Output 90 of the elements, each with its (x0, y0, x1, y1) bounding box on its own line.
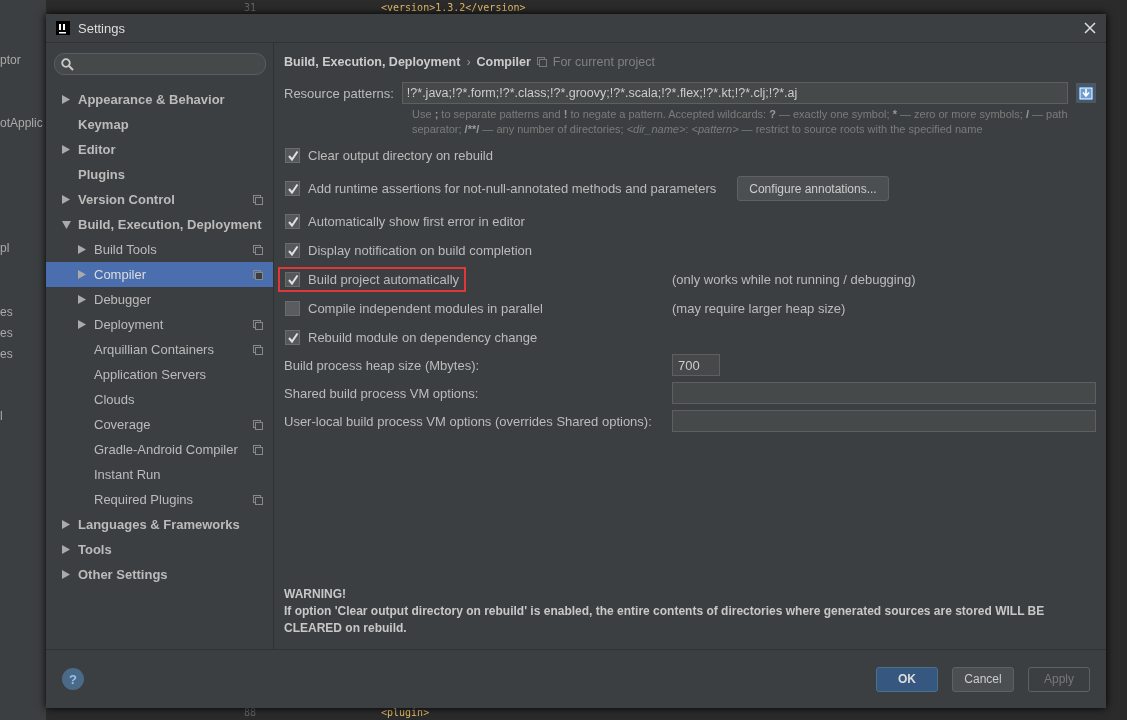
copy-icon (253, 244, 263, 255)
checkbox-label[interactable]: Automatically show first error in editor (308, 214, 525, 229)
project-tree-item: l (0, 408, 4, 425)
project-tree-item: ptor (0, 52, 22, 69)
expand-field-icon[interactable] (1076, 83, 1096, 103)
option-note: (may require larger heap size) (672, 301, 847, 316)
project-tree-item: es (0, 346, 14, 363)
checkbox[interactable] (285, 181, 300, 196)
expand-arrow-icon[interactable] (78, 245, 86, 254)
help-button[interactable]: ? (62, 668, 84, 690)
tree-item[interactable]: Build Tools (46, 237, 273, 262)
tree-item[interactable]: Clouds (46, 387, 273, 412)
field-label: User-local build process VM options (overrides Shared options): (284, 413, 653, 429)
code-line: <version>1.3.2</version> (381, 2, 526, 13)
copy-icon (253, 269, 263, 280)
configure-button[interactable]: Configure annotations... (737, 176, 889, 201)
expand-arrow-icon[interactable] (62, 545, 70, 554)
tree-item[interactable]: Gradle-Android Compiler (46, 437, 273, 462)
field-label: Resource patterns: (284, 85, 394, 101)
copy-icon (253, 444, 263, 455)
copy-icon (253, 344, 263, 355)
expand-arrow-icon[interactable] (62, 95, 70, 104)
field-label: Build process heap size (Mbytes): (284, 357, 481, 373)
input-field[interactable] (672, 410, 1096, 432)
field-label: Shared build process VM options: (284, 385, 480, 401)
search-field[interactable] (54, 53, 266, 75)
checkbox[interactable] (285, 214, 300, 229)
checkbox-label[interactable]: Build project automatically (308, 272, 460, 287)
checkbox[interactable] (285, 272, 300, 287)
tree-item[interactable]: Required Plugins (46, 487, 273, 512)
expand-arrow-icon[interactable] (78, 320, 86, 329)
tree-item[interactable]: Keymap (46, 112, 273, 137)
checkbox[interactable] (285, 148, 300, 163)
search-icon (61, 57, 74, 71)
tree-item[interactable]: Application Servers (46, 362, 273, 387)
expand-arrow-icon[interactable] (62, 570, 70, 579)
tree-item[interactable]: Editor (46, 137, 273, 162)
expand-arrow-icon[interactable] (62, 145, 70, 154)
input-field[interactable]: 700 (672, 354, 720, 376)
dialog-button[interactable]: OK (876, 666, 938, 692)
tree-item[interactable]: Appearance & Behavior (46, 87, 273, 112)
tree-item[interactable]: Version Control (46, 187, 273, 212)
app-logo-icon (56, 21, 70, 35)
project-tree-item: pl (0, 240, 11, 257)
copy-icon (253, 319, 263, 330)
copy-icon (536, 57, 547, 67)
warning-text: If option 'Clear output directory on rebuild' is enabled, the entire contents of directories where generated sources are stored WILL BE CLEARED on rebuild. (284, 603, 1046, 637)
warning-title: WARNING! (284, 586, 347, 603)
close-icon[interactable] (1084, 22, 1096, 34)
checkbox-label[interactable]: Rebuild module on dependency change (308, 330, 538, 345)
project-tree-item: es (0, 325, 14, 342)
tree-item[interactable]: Debugger (46, 287, 273, 312)
tree-item[interactable]: Languages & Frameworks (46, 512, 273, 537)
input-field[interactable] (672, 382, 1096, 404)
dialog-button[interactable]: Cancel (952, 666, 1014, 692)
breadcrumb-current: Compiler (476, 55, 531, 69)
tree-item[interactable]: Build, Execution, Deployment (46, 212, 273, 237)
checkbox[interactable] (285, 301, 300, 316)
project-tree-item: otApplic (0, 115, 43, 132)
tree-item[interactable]: Arquillian Containers (46, 337, 273, 362)
breadcrumb-separator: › (466, 55, 471, 69)
tree-item[interactable]: Compiler (46, 262, 273, 287)
expand-arrow-icon[interactable] (78, 295, 86, 304)
copy-icon (253, 494, 263, 505)
tree-item[interactable]: Other Settings (46, 562, 273, 587)
checkbox-label[interactable]: Add runtime assertions for not-null-annotated methods and parameters (308, 181, 717, 196)
option-note: (only works while not running / debugging) (672, 272, 917, 287)
tree-item[interactable]: Deployment (46, 312, 273, 337)
hint-text: Use ; to separate patterns and ! to negate a pattern. Accepted wildcards: ? — exactly one symbol; * — zero or more symbols; / — path separator; /**/ — any number of directories; <dir_name>: <pattern> — restrict to source roots with the specified name (412, 107, 1069, 137)
checkbox[interactable] (285, 243, 300, 258)
project-tree-item: es (0, 304, 14, 321)
tree-item[interactable]: Instant Run (46, 462, 273, 487)
tree-item[interactable]: Plugins (46, 162, 273, 187)
expand-arrow-icon[interactable] (62, 195, 70, 204)
scope-label: For current project (552, 55, 655, 69)
expand-arrow-icon[interactable] (62, 520, 70, 529)
tree-item[interactable]: Coverage (46, 412, 273, 437)
checkbox[interactable] (285, 330, 300, 345)
window-title: Settings (78, 20, 126, 36)
copy-icon (253, 194, 263, 205)
checkbox-label[interactable]: Clear output directory on rebuild (308, 148, 493, 163)
resource-patterns-field[interactable]: !?*.java;!?*.form;!?*.class;!?*.groovy;!?*.scala;!?*.flex;!?*.kt;!?*.clj;!?*.aj (401, 82, 1068, 104)
tree-item[interactable]: Tools (46, 537, 273, 562)
collapse-arrow-icon[interactable] (62, 220, 71, 229)
code-line: <plugin> (381, 707, 430, 718)
breadcrumb-parent: Build, Execution, Deployment (284, 55, 461, 69)
checkbox-label[interactable]: Display notification on build completion (308, 243, 532, 258)
line-number: 31 (242, 2, 257, 13)
copy-icon (253, 419, 263, 430)
checkbox-label[interactable]: Compile independent modules in parallel (308, 301, 543, 316)
